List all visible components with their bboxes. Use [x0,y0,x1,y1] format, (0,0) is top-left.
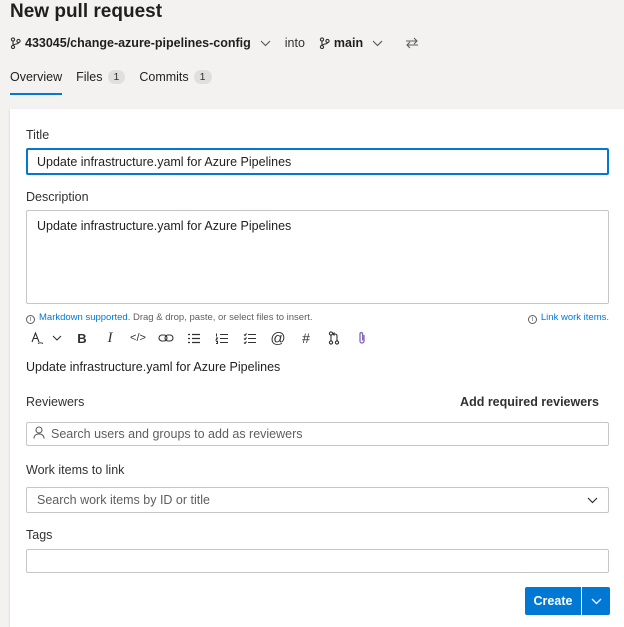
bullet-list-icon[interactable] [180,328,208,348]
reviewers-search-input[interactable]: Search users and groups to add as review… [26,422,609,446]
bold-icon[interactable]: B [68,328,96,348]
link-icon[interactable] [152,328,180,348]
numbered-list-icon[interactable] [208,328,236,348]
swap-branches-icon[interactable] [405,37,419,49]
tab-bar: Overview Files 1 Commits 1 [10,67,226,95]
link-work-items-link[interactable]: Link work items. [541,312,609,323]
attachment-icon[interactable] [348,328,376,348]
count-badge: 1 [193,70,212,84]
description-textarea[interactable]: Update infrastructure.yaml for Azure Pip… [26,210,609,304]
chevron-down-icon[interactable] [260,40,271,47]
add-required-reviewers-button[interactable]: Add required reviewers [460,395,599,409]
chevron-down-icon[interactable] [46,328,68,348]
markdown-supported-link[interactable]: Markdown supported. [39,312,130,323]
info-icon: i [26,315,35,324]
create-options-button[interactable] [582,587,610,615]
tab-overview[interactable]: Overview [10,67,63,95]
format-icon[interactable] [28,328,46,348]
target-branch-dropdown[interactable]: main [334,36,363,50]
work-items-label: Work items to link [26,463,125,477]
reviewers-label: Reviewers [26,395,85,409]
title-input[interactable] [26,148,609,175]
work-items-placeholder: Search work items by ID or title [37,493,210,507]
tags-input[interactable] [26,549,609,573]
pull-request-icon[interactable] [320,328,348,348]
tab-label: Files [76,70,103,84]
description-preview: Update infrastructure.yaml for Azure Pip… [26,360,281,374]
italic-icon[interactable]: I [96,328,124,348]
work-items-dropdown[interactable]: Search work items by ID or title [26,487,609,513]
create-button-group: Create [525,587,610,615]
source-branch-dropdown[interactable]: 433045/change-azure-pipelines-config [25,36,251,50]
mention-icon[interactable]: @ [264,328,292,348]
tab-label: Commits [139,70,189,84]
tab-label: Overview [10,70,63,84]
title-label: Title [26,128,50,142]
task-list-icon[interactable] [236,328,264,348]
branch-icon [319,37,330,49]
description-label: Description [26,190,89,204]
markdown-hint: Drag & drop, paste, or select files to i… [130,312,313,323]
count-badge: 1 [107,70,126,84]
chevron-down-icon[interactable] [372,40,383,47]
page-title: New pull request [10,1,163,22]
code-icon[interactable]: </> [124,328,152,348]
chevron-down-icon [587,493,598,507]
markdown-toolbar: B I </> @ # [28,328,376,348]
branch-selector-row: 433045/change-azure-pipelines-config int… [10,34,419,52]
info-icon: i [527,315,537,324]
branch-icon [10,37,21,49]
pull-request-form: Title Description Update infrastructure.… [10,109,624,627]
tab-commits[interactable]: Commits 1 [139,67,212,87]
person-icon [33,426,45,442]
description-hints: i Markdown supported. Drag & drop, paste,… [26,312,609,324]
tab-files[interactable]: Files 1 [76,67,126,87]
into-label: into [284,36,305,50]
reviewers-placeholder: Search users and groups to add as review… [51,427,303,441]
chevron-down-icon [591,592,602,610]
create-button[interactable]: Create [525,587,581,615]
tags-label: Tags [26,528,53,542]
hashtag-icon[interactable]: # [292,328,320,348]
